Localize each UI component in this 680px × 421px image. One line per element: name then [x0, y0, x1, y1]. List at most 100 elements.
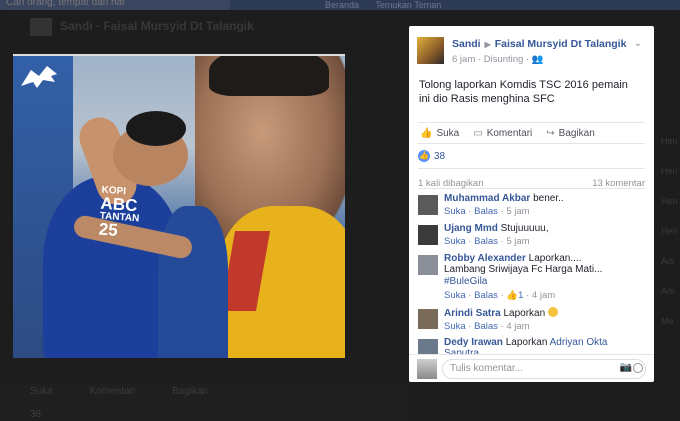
post-time[interactable]: 6 jam [452, 54, 475, 65]
target-name[interactable]: Faisal Mursyid Dt Talangik [495, 38, 627, 50]
comment-like-link[interactable]: Suka [444, 321, 466, 332]
background-likes: 38 [30, 409, 42, 420]
background-sidebar-item: Hen [661, 196, 678, 206]
comment-item: Muhammad Akbar bener.. Suka · Balas · 5 … [418, 193, 645, 223]
thumbs-up-icon: 👍 [420, 127, 433, 139]
background-nav-home: Beranda [325, 0, 360, 10]
comment-text: Laporkan [503, 308, 546, 319]
current-user-avatar [417, 359, 437, 379]
comment-time[interactable]: 4 jam [506, 321, 529, 332]
commenter-avatar[interactable] [418, 255, 438, 275]
post-stats: 1 kali dibagikan 13 komentar [418, 168, 645, 189]
comment-time[interactable]: 4 jam [532, 290, 555, 301]
comment-like-link[interactable]: Suka [444, 290, 466, 301]
comment-footer: Suka · Balas · 5 jam [444, 206, 530, 217]
comment-footer: Suka · Balas · 5 jam [444, 236, 530, 247]
triangle-right-icon: ▶ [484, 40, 491, 49]
comment-footer: Suka · Balas · 👍1 · 4 jam [444, 290, 556, 301]
comment-reactions[interactable]: 👍1 [506, 290, 523, 301]
comment-text: Stujuuuuu, [500, 223, 549, 234]
camera-icon[interactable]: 📷 [620, 362, 632, 373]
background-share: Bagikan [171, 386, 209, 397]
comment-item: Robby Alexander Laporkan.... Lambang Sri… [418, 253, 645, 307]
background-sidebar-item: Hen [661, 166, 678, 176]
background-sidebar-item: Adi [661, 256, 675, 266]
post-meta: 6 jam · Disunting · 👥 [452, 54, 544, 65]
comment-like-link[interactable]: Suka [444, 206, 466, 217]
commenter-name[interactable]: Dedy Irawan [444, 337, 503, 348]
post-author-line: Sandi ▶ Faisal Mursyid Dt Talangik [452, 38, 626, 50]
comment-label: Komentari [486, 127, 533, 139]
author-avatar[interactable] [417, 37, 444, 64]
comment-item: Arindi Satra Laporkan Suka · Balas · 4 j… [418, 307, 645, 337]
commenter-name[interactable]: Muhammad Akbar [444, 193, 530, 204]
background-topnav: Beranda Temukan Teman [325, 0, 455, 10]
background-search: Cari orang, tempat dan hal [0, 0, 230, 10]
like-button[interactable]: 👍 Suka [418, 128, 459, 139]
emoji-icon[interactable] [633, 363, 643, 373]
comments-list: Muhammad Akbar bener.. Suka · Balas · 5 … [418, 188, 645, 367]
background-comment: Komentari [89, 386, 136, 397]
comment-button[interactable]: ▭ Komentari [471, 128, 532, 139]
background-avatar [30, 18, 52, 36]
photo-hair [209, 56, 329, 96]
comment-reply-link[interactable]: Balas [474, 321, 498, 332]
comment-text: bener.. [533, 193, 564, 204]
post-header: Sandi ▶ Faisal Mursyid Dt Talangik 6 jam ·… [409, 26, 654, 70]
comment-reply-link[interactable]: Balas [474, 290, 498, 301]
commenter-name[interactable]: Robby Alexander [444, 253, 526, 264]
comment-text-line: Lambang Sriwijaya Fc Harga Mati... [444, 264, 603, 275]
author-name[interactable]: Sandi [452, 38, 481, 50]
comment-time[interactable]: 5 jam [506, 236, 529, 247]
comment-footer: Suka · Balas · 4 jam [444, 321, 530, 332]
post-actions: 👍 Suka ▭ Komentari ↪ Bagikan [418, 122, 645, 144]
comment-text: Laporkan [505, 337, 548, 348]
post-text: Tolong laporkan Komdis TSC 2016 pemain i… [419, 79, 628, 105]
chevron-down-icon[interactable]: ⌄ [634, 38, 642, 49]
comment-text: Laporkan.... [528, 253, 582, 264]
comment-like-link[interactable]: Suka [444, 236, 466, 247]
background-post-footer: Suka Komentari Bagikan 38 [0, 382, 408, 421]
photo-head-hair [126, 111, 186, 146]
background-sidebar: Hen Hen Hen Hen Adi Adi Me [655, 26, 680, 421]
comment-icon: ▭ [473, 127, 483, 139]
friends-icon: 👥 [531, 54, 544, 65]
background-sidebar-item: Hen [661, 226, 678, 236]
comment-time[interactable]: 5 jam [506, 206, 529, 217]
commenter-avatar[interactable] [418, 225, 438, 245]
comment-input[interactable]: Tulis komentar... [442, 359, 646, 379]
likes-count: 38 [434, 150, 446, 162]
post-photo[interactable]: KOPI ABC TANTAN 25 [13, 54, 345, 358]
background-sidebar-item: Adi [661, 286, 675, 296]
comment-reply-link[interactable]: Balas [474, 236, 498, 247]
thumbs-up-icon: 👍 [506, 290, 519, 301]
like-badge-icon: 👍 [418, 150, 430, 162]
comments-count[interactable]: 13 komentar [592, 168, 645, 189]
commenter-avatar[interactable] [418, 309, 438, 329]
share-label: Bagikan [558, 127, 595, 139]
background-header-title: Sandi · Faisal Mursyid Dt Talangik [60, 19, 254, 34]
comment-reaction-count: 1 [518, 290, 524, 301]
share-button[interactable]: ↪ Bagikan [544, 128, 595, 139]
comment-reply-link[interactable]: Balas [474, 206, 498, 217]
club-logo-icon [21, 66, 57, 88]
commenter-name[interactable]: Ujang Mmd [444, 223, 498, 234]
background-actions: Suka Komentari Bagikan [30, 386, 242, 397]
commenter-name[interactable]: Arindi Satra [444, 308, 501, 319]
photo-shirt-text: KOPI ABC TANTAN 25 [98, 185, 141, 241]
like-label: Suka [436, 127, 460, 139]
shares-count[interactable]: 1 kali dibagikan [418, 168, 484, 189]
comment-item: Ujang Mmd Stujuuuuu, Suka · Balas · 5 ja… [418, 223, 645, 253]
comment-composer: Tulis komentar... 📷 [409, 354, 654, 382]
comment-hashtag[interactable]: #BuleGila [444, 276, 645, 288]
post-likes[interactable]: 👍 38 [409, 144, 654, 168]
post-edited[interactable]: Disunting [484, 54, 524, 65]
background-like: Suka [30, 386, 53, 397]
smile-emoji-icon [547, 307, 558, 317]
shirt-number: 25 [98, 219, 119, 240]
background-nav-friends: Temukan Teman [375, 0, 442, 10]
background-sidebar-item: Me [661, 316, 674, 326]
commenter-avatar[interactable] [418, 195, 438, 215]
background-sidebar-item: Hen [661, 136, 678, 146]
post-side-panel: Sandi ▶ Faisal Mursyid Dt Talangik 6 jam ·… [409, 26, 654, 382]
